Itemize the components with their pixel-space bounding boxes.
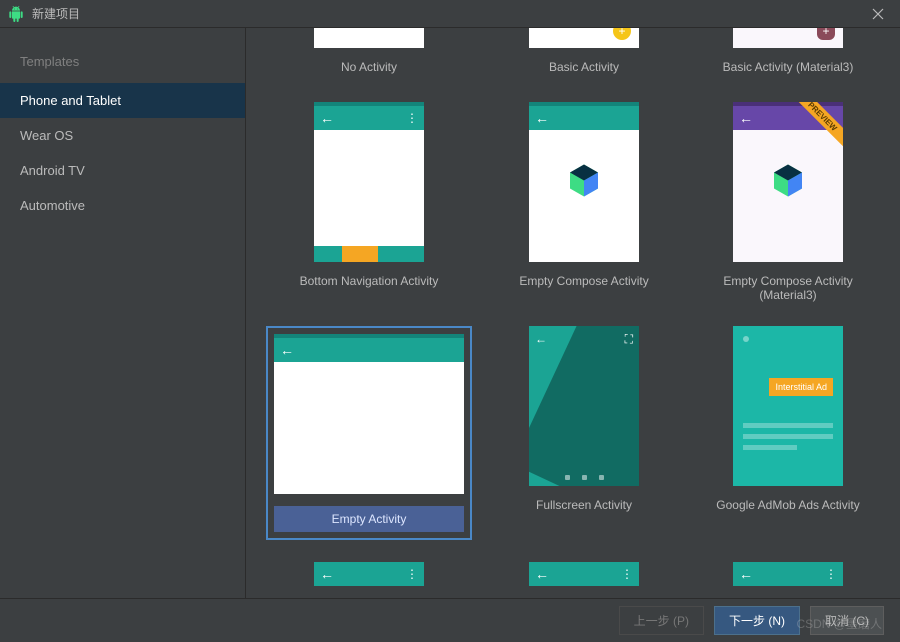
template-partial-1[interactable]: ←⋮ — [266, 550, 472, 586]
sidebar-item-wear-os[interactable]: Wear OS — [0, 118, 245, 153]
titlebar: 新建项目 — [0, 0, 900, 28]
back-arrow-icon: ← — [535, 110, 549, 126]
sidebar-header: Templates — [0, 48, 245, 83]
overflow-icon: ⋮ — [406, 111, 418, 125]
window-title: 新建项目 — [32, 5, 864, 22]
overflow-icon: ⋮ — [621, 567, 633, 581]
back-arrow-icon: ← — [320, 566, 334, 582]
sidebar-item-phone-tablet[interactable]: Phone and Tablet — [0, 83, 245, 118]
back-arrow-icon: ← — [739, 110, 753, 126]
template-partial-2[interactable]: ←⋮ — [492, 550, 676, 586]
selected-template-label: Empty Activity — [274, 506, 464, 532]
template-admob-ads[interactable]: Interstitial Ad Google AdMob Ads Activit… — [696, 326, 880, 540]
cancel-button[interactable]: 取消 (C) — [810, 606, 884, 635]
template-fullscreen-activity[interactable]: ←⛶ Fullscreen Activity — [492, 326, 676, 540]
back-arrow-icon: ← — [535, 566, 549, 582]
template-partial-3[interactable]: ←⋮ — [696, 550, 880, 586]
interstitial-ad-label: Interstitial Ad — [769, 378, 833, 396]
template-basic-activity[interactable]: + Basic Activity — [492, 28, 676, 92]
template-bottom-navigation[interactable]: ←⋮ Bottom Navigation Activity — [266, 102, 472, 316]
sidebar-item-android-tv[interactable]: Android TV — [0, 153, 245, 188]
sidebar-item-automotive[interactable]: Automotive — [0, 188, 245, 223]
close-button[interactable] — [864, 0, 892, 28]
prev-button[interactable]: 上一步 (P) — [619, 606, 704, 635]
new-project-window: 新建项目 Templates Phone and Tablet Wear OS … — [0, 0, 900, 642]
sidebar: Templates Phone and Tablet Wear OS Andro… — [0, 28, 246, 598]
back-arrow-icon: ← — [320, 110, 334, 126]
fullscreen-icon: ⛶ — [625, 332, 633, 347]
fab-icon: + — [613, 28, 631, 40]
main-area: Templates Phone and Tablet Wear OS Andro… — [0, 28, 900, 598]
footer: 上一步 (P) 下一步 (N) 取消 (C) — [0, 598, 900, 642]
template-grid-container[interactable]: No Activity + Basic Activity + Basic Act… — [246, 28, 900, 598]
compose-logo-icon — [564, 161, 604, 204]
android-icon — [8, 6, 24, 22]
overflow-icon: ⋮ — [825, 567, 837, 581]
back-arrow-icon: ← — [535, 332, 547, 347]
back-arrow-icon: ← — [280, 342, 294, 358]
template-basic-activity-m3[interactable]: + Basic Activity (Material3) — [696, 28, 880, 92]
fab-icon: + — [817, 28, 835, 40]
template-no-activity[interactable]: No Activity — [266, 28, 472, 92]
template-empty-compose-m3[interactable]: ← PREVIEW Empty Compose Activity (Materi… — [696, 102, 880, 316]
template-empty-activity[interactable]: ← Empty Activity — [266, 326, 472, 540]
back-arrow-icon: ← — [739, 566, 753, 582]
overflow-icon: ⋮ — [406, 567, 418, 581]
compose-logo-icon — [768, 161, 808, 204]
next-button[interactable]: 下一步 (N) — [714, 606, 800, 635]
template-empty-compose[interactable]: ← Empty Compose Activity — [492, 102, 676, 316]
